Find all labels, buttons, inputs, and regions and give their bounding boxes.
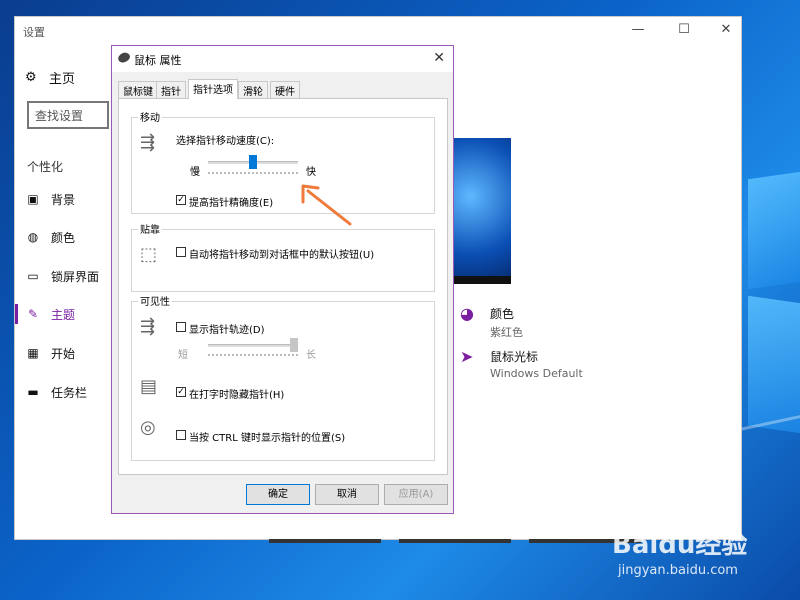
tab-pointer-options[interactable]: 指针选项 (188, 79, 238, 99)
nav-item-lockscreen[interactable]: ▭ 锁屏界面 (15, 264, 111, 288)
hide-typing-checkbox[interactable]: ✓ (176, 387, 186, 397)
dialog-title: 鼠标 属性 (134, 54, 182, 67)
speed-slider-thumb[interactable] (249, 155, 257, 169)
theme-thumbnail[interactable] (399, 539, 511, 543)
ctrl-locate-label: 当按 CTRL 键时显示指针的位置(S) (189, 433, 346, 444)
watermark-url: jingyan.baidu.com (618, 563, 738, 578)
snap-to-button-icon: ⬚ (140, 244, 158, 265)
theme-thumbnail[interactable] (269, 539, 381, 543)
pointer-speed-icon: ⇶ (140, 132, 156, 153)
trails-label: 显示指针轨迹(D) (189, 325, 265, 336)
visibility-group: 可见性 ⇶ 显示指针轨迹(D) 短 长 ▤ ✓ 在打字时隐藏指针(H) ◎ 当按… (131, 293, 435, 461)
trails-slider-thumb[interactable] (290, 338, 298, 352)
section-title: 个性化 (27, 160, 64, 174)
hide-while-typing-icon: ▤ (140, 376, 158, 397)
trails-slider-track[interactable] (208, 344, 298, 347)
tab-pointers[interactable]: 指针 (156, 81, 186, 98)
group-label: 贴靠 (138, 221, 162, 236)
nav-item-start[interactable]: ▦ 开始 (15, 341, 111, 365)
slow-label: 慢 (190, 167, 200, 178)
ctrl-locate-icon: ◎ (140, 417, 156, 438)
mouse-icon (116, 50, 132, 65)
group-label: 可见性 (138, 293, 172, 308)
preview-taskbar (453, 276, 511, 284)
tab-hardware[interactable]: 硬件 (270, 81, 300, 98)
nav-item-label: 主题 (51, 307, 76, 322)
nav-item-themes[interactable]: ✎ 主题 (15, 302, 111, 326)
apply-button[interactable]: 应用(A) (384, 484, 448, 505)
monitor-icon: ▭ (27, 269, 39, 283)
theme-item-subtitle: Windows Default (490, 367, 583, 380)
nav-item-background[interactable]: ▣ 背景 (15, 187, 111, 211)
nav-item-label: 锁屏界面 (51, 269, 100, 284)
wallpaper-pane (748, 170, 800, 290)
group-label: 移动 (138, 109, 162, 124)
picture-icon: ▣ (27, 192, 39, 206)
theme-item-title: 颜色 (490, 307, 515, 321)
palette-icon: ◕ (460, 304, 474, 323)
nav-home-label: 主页 (49, 71, 76, 87)
cursor-icon: ➤ (460, 347, 474, 366)
dialog-titlebar: 鼠标 属性 ✕ (112, 46, 453, 72)
close-button[interactable]: ✕ (719, 23, 733, 37)
precision-checkbox[interactable]: ✓ (176, 195, 186, 205)
theme-item-subtitle: 紫红色 (490, 326, 523, 339)
tab-buttons[interactable]: 鼠标键 (118, 81, 158, 98)
gear-icon: ⚙ (25, 69, 37, 85)
nav-item-taskbar[interactable]: ▬ 任务栏 (15, 380, 111, 404)
cancel-button[interactable]: 取消 (315, 484, 379, 505)
pointer-trails-icon: ⇶ (140, 316, 156, 337)
maximize-button[interactable]: ☐ (677, 23, 691, 37)
settings-titlebar: 设置 — ☐ ✕ (15, 17, 741, 45)
ctrl-locate-checkbox[interactable] (176, 430, 186, 440)
dialog-close-button[interactable]: ✕ (433, 50, 445, 66)
theme-colors-item[interactable]: ◕ 颜色 紫红色 (460, 305, 523, 340)
tab-panel: 移动 ⇶ 选择指针移动速度(C): 慢 快 ✓ 提高指针精确度(E) 贴靠 ⬚ … (118, 98, 448, 475)
theme-cursor-item[interactable]: ➤ 鼠标光标 Windows Default (460, 347, 583, 381)
ok-button[interactable]: 确定 (246, 484, 310, 505)
nav-item-label: 开始 (51, 346, 76, 361)
nav-item-label: 任务栏 (51, 385, 88, 400)
minimize-button[interactable]: — (631, 23, 645, 37)
brush-icon: ✎ (27, 307, 39, 321)
speed-slider-ticks (208, 172, 298, 174)
search-input[interactable]: 查找设置 (27, 101, 109, 129)
nav-item-label: 颜色 (51, 230, 76, 245)
speed-label: 选择指针移动速度(C): (176, 136, 275, 147)
snap-group: 贴靠 ⬚ 自动将指针移动到对话框中的默认按钮(U) (131, 221, 435, 292)
precision-label: 提高指针精确度(E) (189, 198, 274, 209)
hide-typing-label: 在打字时隐藏指针(H) (189, 390, 285, 401)
nav-item-colors[interactable]: ◍ 颜色 (15, 225, 111, 249)
short-label: 短 (178, 350, 188, 361)
nav-home[interactable]: ⚙ 主页 (25, 67, 75, 87)
wallpaper-pane (748, 295, 800, 435)
tab-wheel[interactable]: 滑轮 (238, 81, 268, 98)
nav-item-label: 背景 (51, 192, 76, 207)
start-grid-icon: ▦ (27, 346, 39, 360)
trails-checkbox[interactable] (176, 322, 186, 332)
mouse-properties-dialog: 鼠标 属性 ✕ 鼠标键 指针 指针选项 滑轮 硬件 移动 ⇶ 选择指针移动速度(… (111, 45, 454, 514)
motion-group: 移动 ⇶ 选择指针移动速度(C): 慢 快 ✓ 提高指针精确度(E) (131, 109, 435, 214)
theme-preview[interactable] (453, 138, 511, 284)
theme-item-title: 鼠标光标 (490, 350, 539, 364)
settings-title: 设置 (23, 26, 45, 39)
trails-slider-ticks (208, 354, 298, 356)
fast-label: 快 (306, 167, 316, 178)
snap-checkbox[interactable] (176, 247, 186, 257)
taskbar-icon: ▬ (27, 385, 39, 399)
snap-label: 自动将指针移动到对话框中的默认按钮(U) (189, 250, 375, 261)
watermark-brand: Baidu经验 (612, 530, 748, 560)
long-label: 长 (306, 350, 316, 361)
palette-icon: ◍ (27, 230, 39, 244)
